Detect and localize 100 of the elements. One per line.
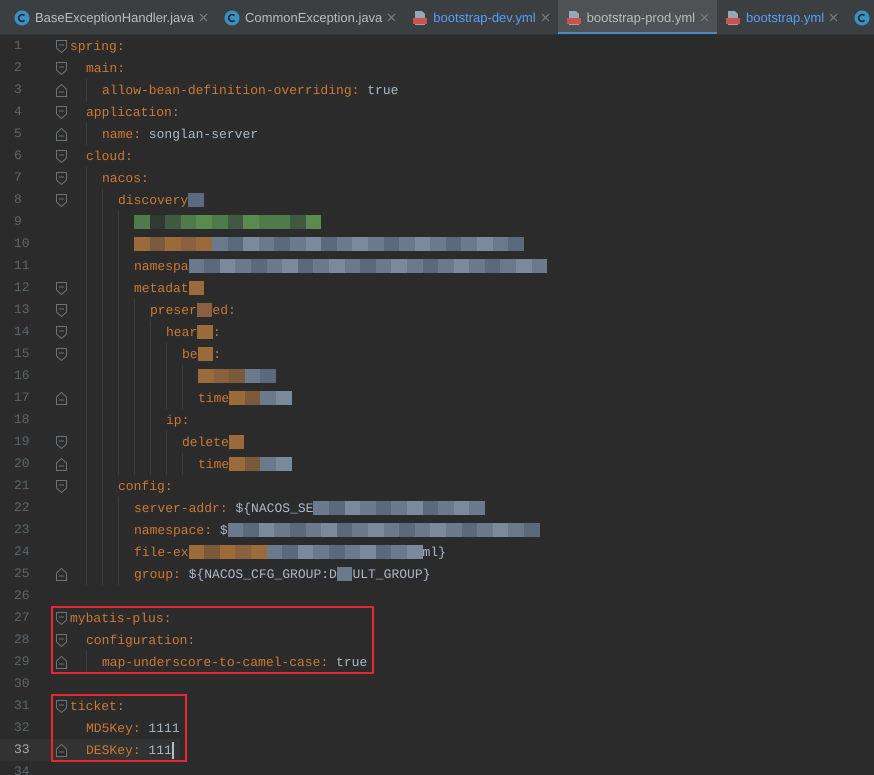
class-icon xyxy=(224,10,240,26)
line-number: 14 xyxy=(13,323,31,341)
fold-marker-icon[interactable] xyxy=(56,150,66,162)
line-number: 7 xyxy=(13,169,23,187)
yaml-value: ${NACOS_CFG_GROUP:D xyxy=(188,566,337,582)
colon: : xyxy=(141,170,149,186)
line-number: 31 xyxy=(13,697,31,715)
yaml-key: MD5Key xyxy=(86,720,133,736)
yaml-key: be xyxy=(182,346,198,362)
yaml-key: group xyxy=(134,566,174,582)
line-number: 22 xyxy=(13,499,31,517)
fold-marker-icon[interactable] xyxy=(56,194,66,206)
colon: : xyxy=(213,346,222,362)
yaml-key: main xyxy=(86,60,118,76)
yaml-value: songlan-server xyxy=(148,126,258,142)
fold-marker-icon[interactable] xyxy=(56,326,66,338)
line-number: 4 xyxy=(13,103,23,121)
colon: : xyxy=(320,654,328,670)
yaml-key: file-ex xyxy=(134,544,189,560)
yaml-key: ed xyxy=(212,302,228,318)
colon: : xyxy=(182,412,190,428)
colon: : xyxy=(132,742,141,758)
tab-label: bootstrap-prod.yml xyxy=(586,10,696,25)
fold-marker-icon[interactable] xyxy=(56,612,66,624)
colon: : xyxy=(116,698,125,714)
fold-marker-icon[interactable] xyxy=(56,744,66,756)
editor-tab[interactable]: bootstrap-prod.yml xyxy=(558,0,718,34)
file-icon xyxy=(725,10,742,26)
line-number: 26 xyxy=(13,587,31,605)
line-number: 8 xyxy=(13,191,23,209)
line-number: 30 xyxy=(13,675,31,693)
colon: : xyxy=(173,566,181,582)
close-icon[interactable] xyxy=(540,13,550,22)
colon: : xyxy=(172,104,180,120)
yaml-value: true xyxy=(367,82,398,98)
editor-tab[interactable]: bootstrap-dev.yml xyxy=(404,0,558,34)
class-icon xyxy=(854,10,870,26)
fold-marker-icon[interactable] xyxy=(56,656,66,668)
close-icon[interactable] xyxy=(829,13,838,22)
yaml-key: server-addr xyxy=(134,500,220,516)
fold-marker-icon[interactable] xyxy=(56,634,66,646)
fold-marker-icon[interactable] xyxy=(56,84,66,96)
yaml-key: ticket xyxy=(70,698,117,714)
yaml-value: 111 xyxy=(148,742,172,758)
fold-marker-icon[interactable] xyxy=(56,392,66,404)
fold-marker-icon[interactable] xyxy=(56,700,66,712)
line-number: 24 xyxy=(13,543,31,561)
close-icon[interactable] xyxy=(387,13,396,22)
fold-marker-icon[interactable] xyxy=(56,40,66,52)
line-number: 15 xyxy=(13,345,31,363)
editor-tab[interactable]: BaseExceptionHandler.java xyxy=(6,0,216,34)
tab-label: bootstrap-dev.yml xyxy=(433,10,536,25)
line-number: 12 xyxy=(13,279,31,297)
line-number: 13 xyxy=(13,301,31,319)
yaml-key: spring xyxy=(70,38,117,54)
fold-marker-icon[interactable] xyxy=(56,568,66,580)
line-number: 3 xyxy=(13,81,23,99)
editor-tab[interactable]: CommonException.java xyxy=(216,0,404,34)
line-number: 17 xyxy=(13,389,31,407)
fold-marker-icon[interactable] xyxy=(56,128,66,140)
line-number: 18 xyxy=(13,411,31,429)
yaml-key: namespace xyxy=(134,522,204,538)
fold-marker-icon[interactable] xyxy=(56,172,66,184)
line-number: 20 xyxy=(13,455,31,473)
fold-marker-icon[interactable] xyxy=(56,282,66,294)
line-number: 6 xyxy=(13,147,23,165)
fold-marker-icon[interactable] xyxy=(56,106,66,118)
yaml-key: time xyxy=(198,456,230,472)
yaml-value: $ xyxy=(220,522,228,538)
colon: : xyxy=(220,500,228,516)
close-icon[interactable] xyxy=(700,13,710,22)
yaml-value: ${NACOS_SE xyxy=(235,500,314,516)
yaml-key: config xyxy=(118,478,165,494)
line-number: 16 xyxy=(13,367,31,385)
colon: : xyxy=(164,610,172,626)
colon: : xyxy=(204,522,212,538)
class-icon xyxy=(14,10,30,26)
fold-marker-icon[interactable] xyxy=(56,304,66,316)
line-number: 2 xyxy=(13,59,23,77)
yaml-key: ip xyxy=(166,412,182,428)
close-icon[interactable] xyxy=(199,13,208,22)
editor-tab[interactable]: bootstrap.yml xyxy=(717,0,846,34)
yaml-key: application xyxy=(86,104,172,120)
yaml-value: 1111 xyxy=(148,720,180,736)
yaml-key: discovery xyxy=(118,192,188,208)
yaml-key: namespa xyxy=(134,258,189,274)
colon: : xyxy=(212,324,221,340)
fold-marker-icon[interactable] xyxy=(56,348,66,360)
file-icon xyxy=(566,10,582,26)
fold-marker-icon[interactable] xyxy=(56,480,66,492)
fold-marker-icon[interactable] xyxy=(56,436,66,448)
yaml-value: ml} xyxy=(422,544,446,560)
line-number: 27 xyxy=(13,609,31,627)
colon: : xyxy=(132,720,141,736)
fold-marker-icon[interactable] xyxy=(56,458,66,470)
yaml-key: configuration xyxy=(86,632,188,648)
yaml-key: metadat xyxy=(134,280,189,296)
colon: : xyxy=(133,126,142,142)
colon: : xyxy=(117,60,126,76)
fold-marker-icon[interactable] xyxy=(56,62,66,74)
